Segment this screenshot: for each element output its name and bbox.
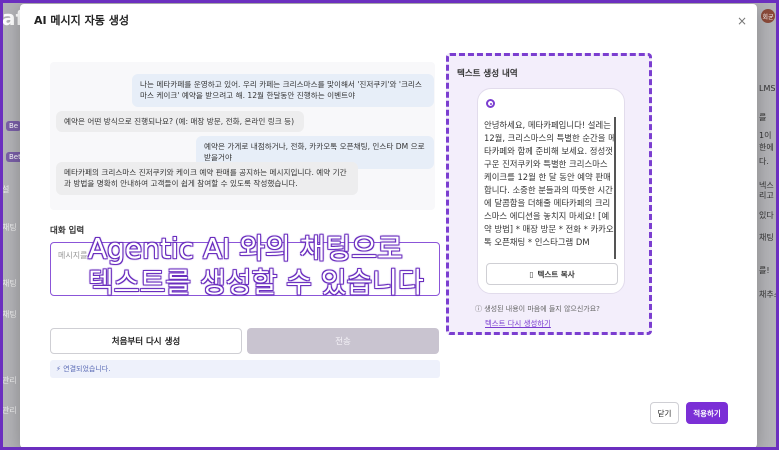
- send-button[interactable]: 전송: [247, 328, 439, 354]
- regenerate-from-start-button[interactable]: 처음부터 다시 생성: [50, 328, 242, 354]
- background-item: 설: [2, 185, 10, 194]
- background-item: 관리: [2, 406, 17, 415]
- background-item: LMS: [759, 84, 776, 93]
- panel-title: 텍스트 생성 내역: [457, 69, 518, 79]
- overlay-caption: Agentic AI 와의 채팅으로 텍스트를 생성할 수 있습니다: [88, 232, 424, 300]
- generated-text-card[interactable]: 안녕하세요, 메타카페입니다! 설레는 12월, 크리스마스의 특별한 순간을 …: [477, 88, 625, 294]
- scrollbar[interactable]: [614, 117, 616, 259]
- chat-history: 나는 메타카페를 운영하고 있어. 우리 카페는 크리스마스를 맞이해서 '진저…: [50, 62, 435, 210]
- background-item: 채추스: [759, 290, 779, 299]
- copy-label: 텍스트 복사: [537, 269, 575, 279]
- close-button[interactable]: 닫기: [650, 402, 679, 424]
- background-item: 를!: [759, 266, 770, 275]
- background-item: 를: [759, 113, 767, 122]
- ai-message-modal: AI 메시지 자동 생성 × 나는 메타카페를 운영하고 있어. 우리 카페는 …: [20, 4, 757, 448]
- background-sidebar: af Be Bet 설 채팅 채팅 채팅 관리 관리: [0, 0, 24, 450]
- background-item: 1이: [759, 131, 772, 140]
- avatar[interactable]: 회균: [761, 9, 775, 23]
- chat-message-ai: 예약은 어떤 방식으로 진행되나요? (예: 매장 방문, 전화, 온라인 링크…: [56, 111, 304, 133]
- close-icon[interactable]: ×: [737, 14, 747, 28]
- radio-selected-icon[interactable]: [486, 99, 495, 108]
- connection-status: ⚡ 연결되었습니다.: [50, 360, 440, 378]
- background-item: 있다: [759, 211, 774, 220]
- caption-line: 텍스트를 생성할 수 있습니다: [88, 266, 424, 299]
- background-item: 채팅: [2, 279, 17, 288]
- background-item: 리고: [759, 191, 774, 200]
- caption-line: Agentic AI 와의 채팅으로: [88, 232, 403, 265]
- background-item: 다.: [759, 157, 769, 166]
- info-icon: ⓘ: [475, 305, 482, 313]
- background-item: 한에: [759, 143, 774, 152]
- chat-message-user: 나는 메타카페를 운영하고 있어. 우리 카페는 크리스마스를 맞이해서 '진저…: [132, 74, 434, 107]
- generated-text: 안녕하세요, 메타카페입니다! 설레는 12월, 크리스마스의 특별한 순간을 …: [484, 120, 616, 248]
- background-item: 채팅: [759, 233, 774, 242]
- background-right-column: LMS 를 1이 한에 다. 넥스 리고 있다 채팅 를! 채추스: [757, 0, 779, 450]
- background-item: 채팅: [2, 223, 17, 232]
- copy-text-button[interactable]: ▯ 텍스트 복사: [486, 263, 618, 285]
- background-badge: Be: [6, 121, 22, 131]
- regenerate-hint: ⓘ 생성된 내용이 마음에 들지 않으신가요?: [475, 304, 600, 314]
- modal-title: AI 메시지 자동 생성: [34, 14, 129, 27]
- input-label: 대화 입력: [50, 226, 85, 236]
- apply-button[interactable]: 적용하기: [686, 402, 728, 424]
- copy-icon: ▯: [529, 269, 534, 279]
- chat-message-ai: 메타카페의 크리스마스 진저쿠키와 케이크 예약 판매를 공지하는 메시지입니다…: [56, 162, 358, 195]
- regenerate-link[interactable]: 텍스트 다시 생성하기: [485, 318, 551, 329]
- background-item: 채팅: [2, 310, 17, 319]
- status-text: 연결되었습니다.: [63, 365, 111, 373]
- background-item: 관리: [2, 376, 17, 385]
- hint-text: 생성된 내용이 마음에 들지 않으신가요?: [484, 305, 600, 313]
- generation-history-panel: 텍스트 생성 내역 안녕하세요, 메타카페입니다! 설레는 12월, 크리스마스…: [446, 53, 652, 335]
- lightning-icon: ⚡: [56, 365, 61, 373]
